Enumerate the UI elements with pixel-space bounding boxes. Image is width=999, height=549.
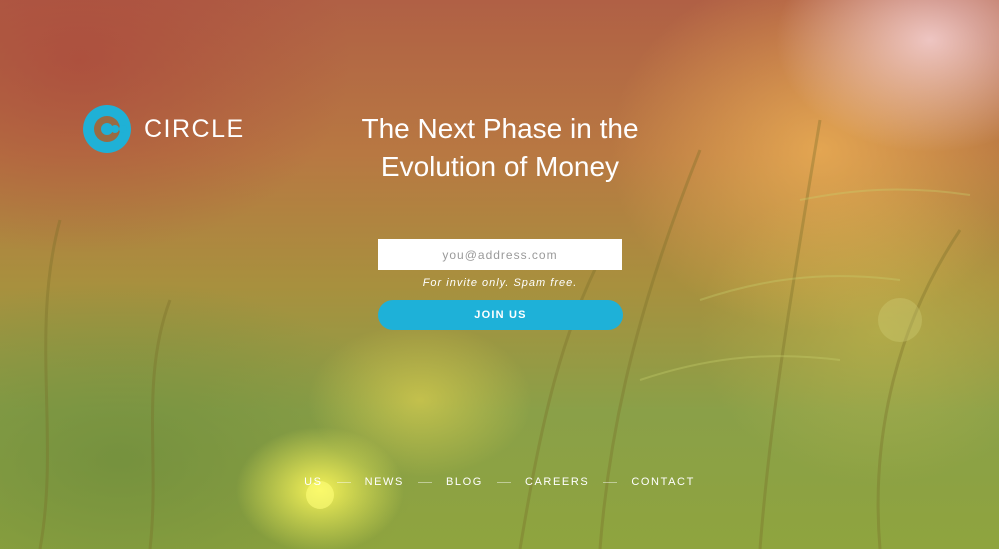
join-us-button[interactable]: JOIN US (378, 300, 623, 330)
email-input[interactable] (378, 239, 622, 270)
hero-headline: The Next Phase in the Evolution of Money (300, 110, 700, 186)
nav-separator (603, 481, 618, 483)
footer-nav: US NEWS BLOG CAREERS CONTACT (0, 476, 999, 488)
nav-separator (496, 481, 511, 483)
circle-logo-icon (83, 105, 131, 153)
footer-link-blog[interactable]: BLOG (446, 476, 483, 488)
foliage-decoration (38, 119, 971, 549)
footer-link-us[interactable]: US (304, 476, 322, 488)
nav-separator (417, 481, 432, 483)
headline-line-1: The Next Phase in the (361, 113, 639, 144)
headline-line-2: Evolution of Money (380, 151, 620, 182)
footer-link-contact[interactable]: CONTACT (631, 476, 695, 488)
footer-link-careers[interactable]: CAREERS (525, 476, 589, 488)
brand-logo[interactable]: CIRCLE (83, 105, 245, 153)
invite-note: For invite only. Spam free. (422, 277, 578, 289)
nav-separator (336, 481, 351, 483)
brand-name: CIRCLE (144, 114, 245, 143)
background-foliage (0, 0, 999, 549)
footer-link-news[interactable]: NEWS (365, 476, 404, 488)
